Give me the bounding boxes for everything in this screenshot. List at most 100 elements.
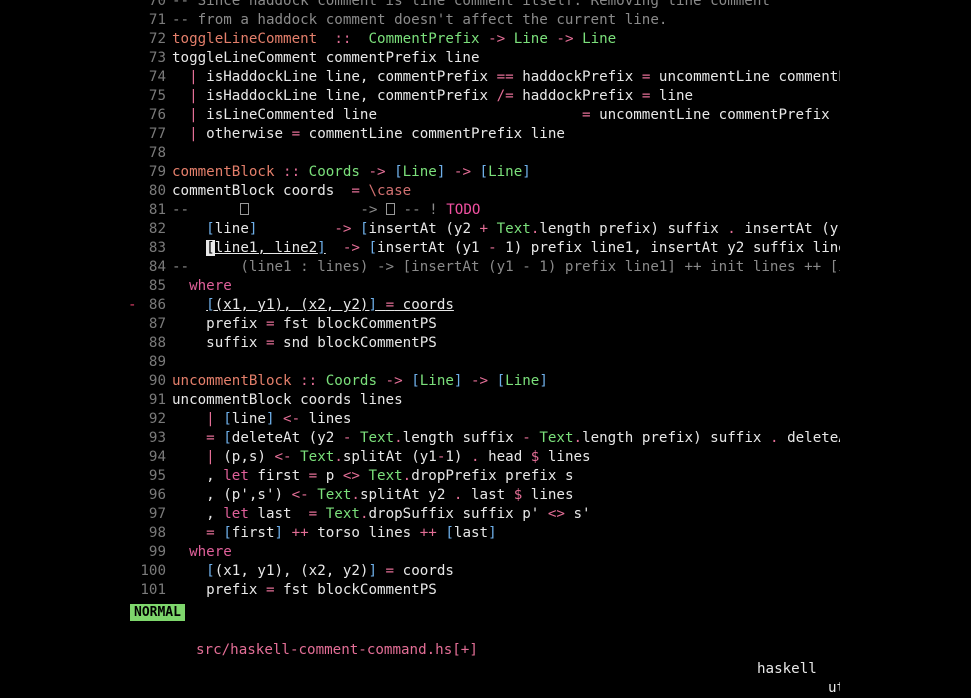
code-token: p [317, 468, 343, 484]
line-number: 84 [148, 259, 166, 275]
editor-buffer[interactable]: 70 -- Since haddock comment is line comme… [0, 0, 840, 604]
code-token: deleteAt (y1 [787, 430, 840, 446]
code-text: prefix = fst blockCommentPS [172, 315, 437, 334]
code-token: [ [496, 373, 506, 389]
code-token: head [479, 449, 531, 465]
line-number: 91 [148, 392, 166, 408]
code-token: <- [291, 487, 309, 503]
code-token: -> [377, 373, 412, 389]
code-token: Text [325, 506, 360, 522]
file-type: haskell [757, 661, 817, 677]
code-token: . [402, 468, 412, 484]
code-text: suffix = snd blockCommentPS [172, 334, 437, 353]
code-text: | [line] <- lines [172, 410, 351, 429]
code-token: [ [359, 221, 369, 237]
code-token: = [308, 468, 318, 484]
line-number: 73 [148, 50, 166, 66]
code-token: :: [274, 164, 309, 180]
code-token: ] [317, 240, 326, 256]
code-token: where [172, 544, 232, 560]
code-text: = [first] ++ torso lines ++ [last] [172, 524, 496, 543]
code-text: [line1, line2] -> [insertAt (y1 - 1) pre… [172, 239, 840, 258]
line-number: 85 [148, 278, 166, 294]
code-token: Text [539, 430, 574, 446]
code-token: snd blockCommentPS [274, 335, 437, 351]
code-token: length prefix) suffix [582, 430, 770, 446]
code-token: = [172, 525, 224, 541]
code-text: -- (line1 : lines) -> [insertAt (y1 - 1)… [172, 258, 840, 277]
line-number: 92 [148, 411, 166, 427]
code-token: [ [223, 430, 232, 446]
code-token: -> [547, 31, 583, 47]
code-token: ] [368, 563, 378, 579]
code-token: uncommentLine commentPrefix [658, 69, 840, 85]
code-text: toggleLineComment :: CommentPrefix -> Li… [172, 30, 616, 49]
code-token: = [377, 563, 395, 579]
code-token: CommentPrefix [368, 31, 480, 47]
code-token: fst blockCommentPS [274, 316, 437, 332]
code-token: <> [342, 468, 360, 484]
code-token: (x1, y1), (x2, y2) [214, 563, 369, 579]
code-token: dropSuffix suffix p' [368, 506, 548, 522]
code-token: [ [223, 525, 232, 541]
code-token: Line [488, 164, 523, 180]
code-token: == [496, 69, 514, 85]
code-token: commentBlock coords [172, 183, 352, 199]
code-token: uncommentBlock coords lines [172, 392, 403, 408]
line-number: 75 [148, 88, 166, 104]
code-token: torso lines [308, 525, 420, 541]
code-token: insertAt (y1 [744, 221, 840, 237]
code-token: = [582, 107, 591, 123]
line-number: 96 [148, 487, 166, 503]
code-text: -- Since haddock comment is line comment… [172, 0, 770, 11]
code-token: first [231, 525, 275, 541]
code-token: last [462, 487, 514, 503]
code-text: -- -> -- ! TODO [172, 201, 480, 220]
code-text: [(x1, y1), (x2, y2)] = coords [172, 562, 454, 581]
code-token: = [291, 126, 301, 142]
line-number: 98 [148, 525, 166, 541]
line-number: 88 [148, 335, 166, 351]
code-token: -- (line1 : lines) -> [insertAt (y1 - 1)… [172, 259, 840, 275]
line-number: 90 [148, 373, 166, 389]
line-number: 94 [148, 449, 166, 465]
line-number: 74 [148, 69, 166, 85]
code-text: uncommentBlock :: Coords -> [Line] -> [L… [172, 372, 548, 391]
code-token: uncommentBlock [172, 373, 292, 389]
code-token: = [351, 183, 360, 199]
code-token: let [223, 506, 249, 522]
code-token: [ [368, 240, 378, 256]
code-text: | isHaddockLine line, commentPrefix == h… [172, 68, 840, 87]
line-number: 76 [148, 107, 166, 123]
code-token: coords [394, 297, 454, 313]
code-token: splitAt (y1 [342, 449, 437, 465]
line-number: 82 [148, 221, 166, 237]
code-token: -- from a haddock comment doesn't affect… [172, 12, 668, 28]
code-text: prefix = fst blockCommentPS [172, 581, 437, 600]
code-token: . [471, 449, 480, 465]
code-text: -- from a haddock comment doesn't affect… [172, 11, 667, 30]
code-token: | [172, 69, 207, 85]
code-token: | [172, 88, 207, 104]
code-token: | [172, 449, 224, 465]
code-token: [ [394, 164, 403, 180]
status-line: NORMAL src/haskell-comment-command.hs[+]… [0, 603, 971, 696]
file-encoding: utf-8 [828, 680, 840, 696]
line-number: 95 [148, 468, 166, 484]
code-token: -> [359, 164, 395, 180]
code-token: lines [539, 449, 591, 465]
code-token: insertAt (y1 [377, 240, 489, 256]
code-token: | [172, 107, 207, 123]
code-token: [ [445, 525, 454, 541]
